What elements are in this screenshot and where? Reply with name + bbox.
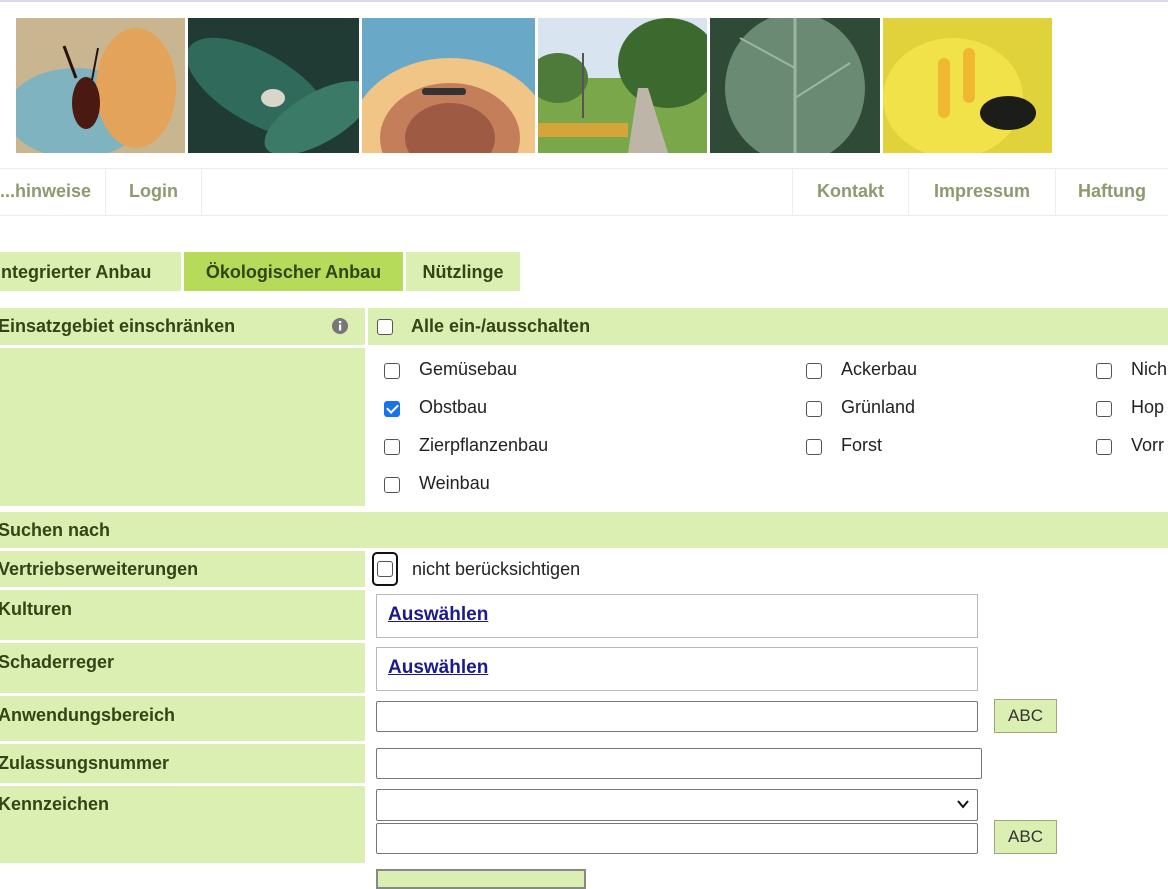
nav-hinweise[interactable]: ...hinweise (0, 169, 105, 215)
checkbox-forst[interactable] (806, 439, 822, 455)
photo-park (538, 18, 707, 153)
nav-login[interactable]: Login (106, 169, 201, 215)
kulturen-box: Auswählen (376, 594, 978, 638)
einsatzgebiet-label: Einsatzgebiet einschränken (0, 316, 236, 336)
option-ackerbau: Ackerbau (841, 359, 918, 379)
option-zierpflanzenbau: Zierpflanzenbau (419, 435, 549, 455)
kennzeichen-input[interactable] (376, 823, 978, 854)
kennzeichen-abc-button[interactable]: ABC (994, 820, 1057, 854)
anwendungsbereich-label: Anwendungsbereich (0, 705, 176, 725)
schaderreger-label: Schaderreger (0, 652, 115, 672)
checkbox-zierpflanzenbau[interactable] (384, 439, 400, 455)
search-submit-button[interactable] (376, 869, 586, 889)
zulassungsnummer-input[interactable] (376, 748, 982, 779)
einsatzgebiet-label-cell: Einsatzgebiet einschränken (0, 308, 365, 345)
schaderreger-select-link[interactable]: Auswählen (388, 657, 488, 679)
checkbox-gruenland[interactable] (806, 401, 822, 417)
einsatzgebiet-empty-cell (0, 348, 365, 506)
checkbox-vorr[interactable] (1096, 439, 1112, 455)
zulassungsnummer-label-cell: Zulassungsnummer (0, 744, 365, 783)
checkbox-vertrieb[interactable] (377, 561, 393, 577)
main-nav: ...hinweise Login Kontakt Impressum Haft… (0, 168, 1168, 216)
option-gemuesebau: Gemüsebau (419, 359, 518, 379)
tab-nuetzlinge[interactable]: Nützlinge (406, 252, 520, 291)
tab-integrierter-anbau[interactable]: Integrierter Anbau (0, 252, 181, 291)
photo-sunflower (362, 18, 535, 153)
toggle-all-label: Alle ein-/ausschalten (411, 316, 591, 336)
checkbox-gemuesebau[interactable] (384, 363, 400, 379)
checkbox-obstbau[interactable] (384, 401, 400, 417)
kennzeichen-label-cell: Kennzeichen (0, 786, 365, 863)
chevron-down-icon (957, 800, 969, 809)
nav-divider (201, 169, 202, 215)
search-header: Suchen nach (0, 520, 111, 540)
option-weinbau: Weinbau (419, 473, 490, 493)
zulassungsnummer-label: Zulassungsnummer (0, 753, 170, 773)
checkbox-nich[interactable] (1096, 363, 1112, 379)
anwendungsbereich-input[interactable] (376, 701, 978, 732)
option-nich: Nich (1131, 359, 1168, 379)
top-border (0, 0, 1168, 2)
vertrieb-label: Vertriebserweiterungen (0, 559, 199, 579)
checkbox-weinbau[interactable] (384, 477, 400, 493)
vertrieb-label-cell: Vertriebserweiterungen (0, 551, 365, 587)
kennzeichen-select[interactable] (376, 789, 978, 821)
option-obstbau: Obstbau (419, 397, 488, 417)
photo-yellow-flower (883, 18, 1052, 153)
schaderreger-box: Auswählen (376, 647, 978, 691)
option-gruenland: Grünland (841, 397, 916, 417)
kulturen-select-link[interactable]: Auswählen (388, 604, 488, 626)
kulturen-label: Kulturen (0, 599, 72, 619)
info-icon[interactable] (331, 317, 349, 335)
anwendungsbereich-label-cell: Anwendungsbereich (0, 696, 365, 741)
checkbox-hop[interactable] (1096, 401, 1112, 417)
photo-weevil (16, 18, 185, 153)
nav-impressum[interactable]: Impressum (909, 169, 1055, 215)
photo-leaves (188, 18, 359, 153)
anwendungsbereich-abc-button[interactable]: ABC (994, 699, 1057, 733)
search-header-cell: Suchen nach (0, 512, 1168, 548)
checkbox-ackerbau[interactable] (806, 363, 822, 379)
toggle-all-cell: Alle ein-/ausschalten (368, 308, 1168, 345)
toggle-all-checkbox[interactable] (377, 319, 393, 335)
option-forst: Forst (841, 435, 883, 455)
option-vorr: Vorr (1131, 435, 1165, 455)
nav-kontakt[interactable]: Kontakt (793, 169, 908, 215)
vertrieb-option-label: nicht berücksichtigen (412, 559, 581, 579)
schaderreger-label-cell: Schaderreger (0, 643, 365, 693)
option-hop: Hop (1131, 397, 1165, 417)
kennzeichen-label: Kennzeichen (0, 794, 110, 814)
tab-oekologischer-anbau[interactable]: Ökologischer Anbau (184, 252, 403, 291)
nav-haftung[interactable]: Haftung (1056, 169, 1168, 215)
kulturen-label-cell: Kulturen (0, 590, 365, 640)
photo-leaf-closeup (710, 18, 880, 153)
